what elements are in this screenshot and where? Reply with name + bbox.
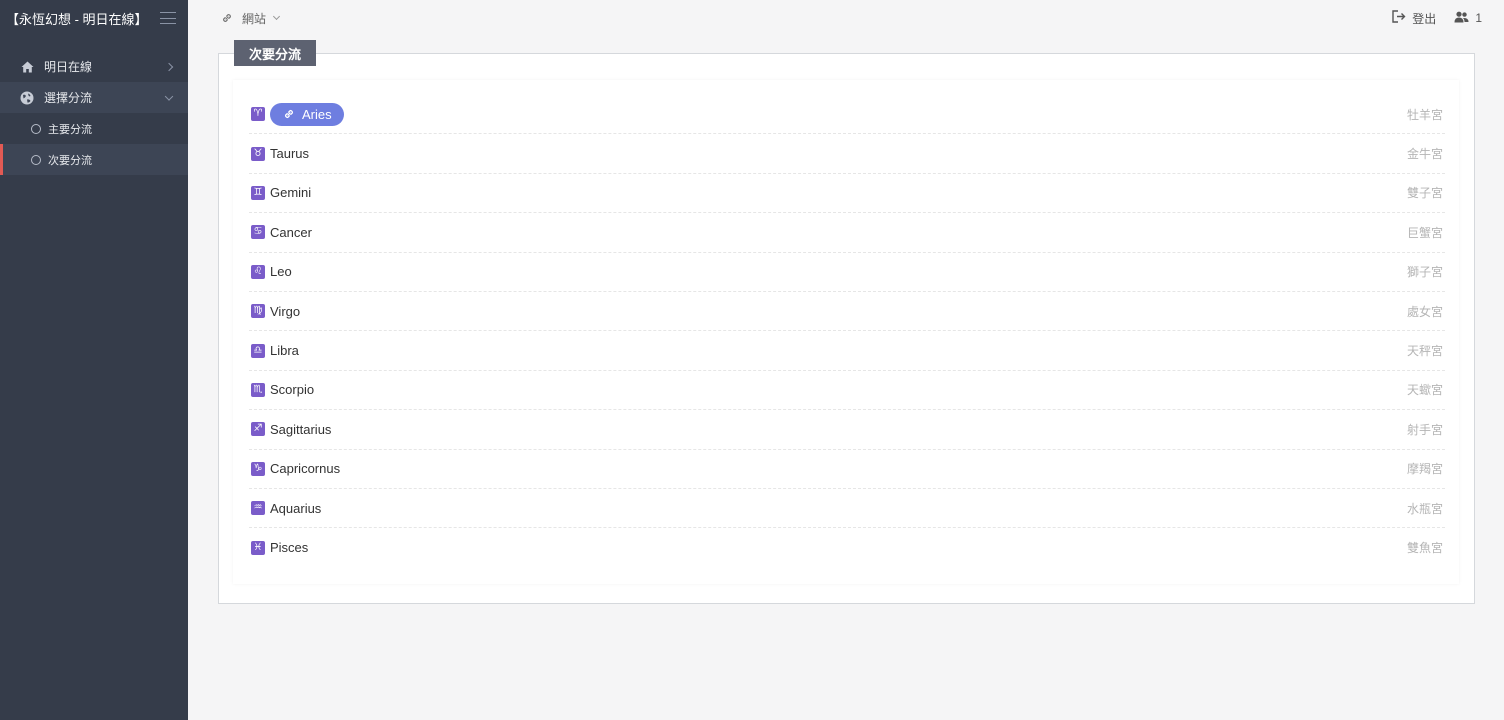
scorpio-icon: ♏ [251, 382, 265, 397]
sidebar-nav: 明日在線 選擇分流 主要分流 次要分流 [0, 51, 188, 175]
list-item: ♑ Capricornus 摩羯宮 [249, 450, 1445, 489]
server-cn-name: 雙魚宮 [1406, 541, 1443, 556]
list-item: ♒ Aquarius 水瓶宮 [249, 489, 1445, 529]
leo-icon: ♌ [251, 264, 265, 279]
sidebar-subitem-label: 主要分流 [48, 123, 92, 136]
website-dropdown[interactable]: 網站 [221, 10, 281, 27]
list-item: ♊ Gemini 雙子宮 [249, 174, 1445, 214]
capricorn-icon: ♑ [251, 461, 265, 476]
cancer-icon: ♋ [251, 225, 265, 240]
server-name[interactable]: Scorpio [270, 382, 314, 397]
server-name[interactable]: Leo [270, 264, 292, 279]
server-name: Aries [302, 106, 332, 122]
list-item: ♏ Scorpio 天蠍宮 [249, 371, 1445, 411]
server-cn-name: 巨蟹宮 [1406, 225, 1443, 240]
virgo-icon: ♍ [251, 304, 265, 319]
users-count: 1 [1475, 11, 1482, 25]
server-cn-name: 獅子宮 [1406, 265, 1443, 280]
server-cn-name: 金牛宮 [1406, 147, 1443, 162]
topbar: 網站 登出 1 [188, 0, 1504, 36]
gemini-icon: ♊ [251, 185, 265, 200]
brand-bar: 【永恆幻想 - 明日在線】 [0, 0, 188, 36]
chevron-right-icon [164, 62, 174, 71]
globe-icon [20, 91, 34, 105]
aquarius-icon: ♒ [251, 501, 265, 516]
app-title: 【永恆幻想 - 明日在線】 [6, 11, 148, 27]
logout-icon [1392, 10, 1406, 26]
server-name[interactable]: Libra [270, 343, 299, 358]
server-cn-name: 處女宮 [1406, 304, 1443, 319]
server-link-aries[interactable]: Aries [270, 102, 344, 126]
sidebar-subitem-label: 次要分流 [48, 154, 92, 167]
sidebar: 【永恆幻想 - 明日在線】 明日在線 選擇分流 主要分流 次要分流 [0, 0, 188, 720]
chevron-down-icon [272, 12, 281, 21]
menu-toggle-icon[interactable] [160, 12, 176, 24]
sidebar-item-label: 選擇分流 [44, 91, 93, 105]
server-cn-name: 牡羊宮 [1406, 107, 1443, 122]
link-icon [284, 110, 294, 119]
panel-tab-title: 次要分流 [234, 40, 316, 66]
sidebar-subitem-secondary[interactable]: 次要分流 [0, 144, 188, 175]
sidebar-item-select-server[interactable]: 選擇分流 [0, 82, 188, 113]
topbar-actions: 登出 1 [1392, 10, 1482, 27]
home-icon [20, 60, 34, 74]
server-name[interactable]: Sagittarius [270, 422, 331, 437]
server-name[interactable]: Aquarius [270, 501, 321, 516]
circle-icon [31, 123, 41, 134]
sidebar-item-label: 明日在線 [44, 60, 93, 74]
list-item: ♌ Leo 獅子宮 [249, 253, 1445, 292]
list-item: ♈ Aries 牡羊宮 [249, 95, 1445, 135]
taurus-icon: ♉ [251, 146, 265, 161]
aries-icon: ♈ [251, 107, 265, 122]
server-name[interactable]: Taurus [270, 146, 309, 161]
sidebar-item-home[interactable]: 明日在線 [0, 51, 188, 82]
sagittarius-icon: ♐ [251, 422, 265, 437]
list-item: ♐ Sagittarius 射手宮 [249, 410, 1445, 450]
logout-button[interactable]: 登出 [1392, 10, 1436, 27]
server-name[interactable]: Gemini [270, 185, 311, 200]
users-icon [1454, 11, 1469, 26]
server-name[interactable]: Virgo [270, 304, 300, 319]
website-label: 網站 [242, 11, 267, 26]
list-item: ♋ Cancer 巨蟹宮 [249, 213, 1445, 253]
server-name[interactable]: Capricornus [270, 461, 340, 476]
list-item: ♉ Taurus 金牛宮 [249, 134, 1445, 174]
libra-icon: ♎ [251, 343, 265, 358]
users-button[interactable]: 1 [1454, 11, 1482, 26]
pisces-icon: ♓ [251, 540, 265, 555]
link-icon [221, 12, 233, 24]
sidebar-subitem-primary[interactable]: 主要分流 [0, 113, 188, 144]
server-name[interactable]: Pisces [270, 540, 308, 555]
circle-icon [31, 154, 41, 165]
server-cn-name: 摩羯宮 [1406, 462, 1443, 477]
server-cn-name: 射手宮 [1406, 422, 1443, 437]
server-cn-name: 天蠍宮 [1406, 383, 1443, 398]
list-item: ♍ Virgo 處女宮 [249, 292, 1445, 332]
logout-label: 登出 [1412, 11, 1437, 26]
server-cn-name: 水瓶宮 [1406, 501, 1443, 516]
list-item: ♓ Pisces 雙魚宮 [249, 528, 1445, 567]
server-list: ♈ Aries 牡羊宮 ♉ Taurus 金牛宮 ♊ Gemini 雙子宮 ♋ … [249, 95, 1445, 568]
server-cn-name: 天秤宮 [1406, 344, 1443, 359]
server-cn-name: 雙子宮 [1406, 186, 1443, 201]
chevron-down-icon [164, 91, 174, 101]
list-item: ♎ Libra 天秤宮 [249, 331, 1445, 371]
server-name[interactable]: Cancer [270, 225, 312, 240]
